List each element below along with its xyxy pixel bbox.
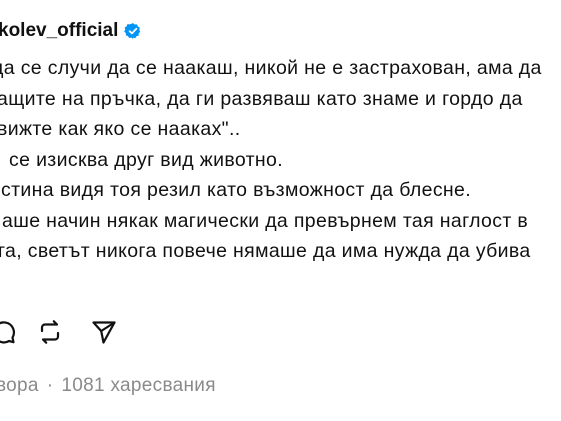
comment-icon[interactable]: [0, 318, 18, 346]
post-text-line: гащите на пръчка, да ги развяваш като зн…: [0, 87, 523, 110]
verified-badge-icon: [124, 22, 142, 40]
author-username[interactable]: kolev_official: [0, 20, 118, 42]
post-header: kolev_official: [0, 16, 142, 46]
post-text-line: аше начин някак магически да превърнем т…: [2, 209, 529, 232]
post-text-line: стина видя тоя резил като възможност да …: [1, 179, 472, 201]
replies-count[interactable]: вора: [0, 375, 39, 396]
post-text: да се случи да се наакаш, никой не е зас…: [0, 53, 561, 267]
post-text-line: га, светът никога повече нямаше да има н…: [0, 240, 531, 262]
likes-count[interactable]: 1081 харесвания: [61, 375, 215, 396]
share-icon[interactable]: [90, 318, 118, 346]
post-text-line: вижте как яко се наакаx"..: [0, 118, 241, 140]
post-meta: вора · 1081 харесвания: [0, 375, 216, 397]
post-text-line: се изисква друг вид животно.: [9, 148, 284, 171]
repost-icon[interactable]: [36, 318, 64, 346]
post-actions: [0, 318, 200, 348]
post-text-line: да се случи да се наакаш, никой не е зас…: [0, 57, 542, 79]
meta-separator: ·: [46, 375, 54, 396]
post-card: kolev_official да се случи да се наакаш,…: [0, 0, 561, 421]
